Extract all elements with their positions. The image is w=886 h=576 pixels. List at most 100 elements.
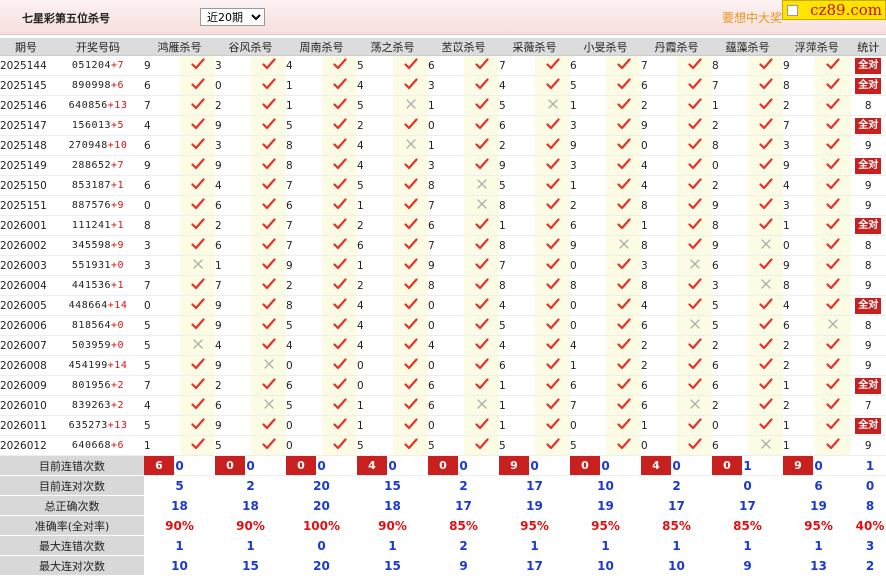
- kill-value: 5: [215, 436, 251, 456]
- draw-suffix: +7: [111, 160, 124, 171]
- kill-value: 1: [570, 176, 606, 196]
- kill-value: 4: [215, 336, 251, 356]
- kill-value: 3: [570, 156, 606, 176]
- check-icon: [322, 296, 357, 316]
- summary-label: 目前连错次数: [0, 456, 144, 476]
- check-icon: [322, 336, 357, 356]
- table-row: 2025146640856+1372151512128: [0, 96, 886, 116]
- kill-value: 1: [499, 396, 535, 416]
- check-icon: [677, 276, 712, 296]
- check-icon: [677, 436, 712, 456]
- check-icon: [535, 416, 570, 436]
- kill-value: 2: [641, 96, 677, 116]
- kill-number-table: 期号开奖号码鸿雁杀号谷风杀号周南杀号荡之杀号苤苡杀号采薇杀号小旻杀号丹霞杀号蕴藻…: [0, 38, 886, 476]
- cross-icon: [748, 236, 783, 256]
- summary-label: 最大连对次数: [0, 556, 144, 576]
- kill-value: 6: [428, 396, 464, 416]
- summary-stat-value: 8: [854, 496, 886, 516]
- check-icon: [464, 236, 499, 256]
- draw-suffix: +6: [111, 80, 124, 91]
- check-icon: [322, 116, 357, 136]
- check-icon: [606, 316, 641, 336]
- summary-value: 5: [144, 476, 215, 496]
- draw-suffix: +9: [111, 200, 124, 211]
- check-icon: [748, 256, 783, 276]
- check-icon: [180, 136, 215, 156]
- kill-value: 7: [570, 396, 606, 416]
- kill-value: 4: [499, 336, 535, 356]
- logo-text: cz89.com: [810, 1, 882, 19]
- check-icon: [677, 376, 712, 396]
- summary-label: 目前连对次数: [0, 476, 144, 496]
- summary-value: 1: [712, 536, 783, 556]
- table-row: 2026001111241+18272616181全对: [0, 216, 886, 236]
- check-icon: [251, 436, 286, 456]
- check-icon: [322, 96, 357, 116]
- kill-value: 3: [144, 236, 180, 256]
- kill-value: 7: [428, 196, 464, 216]
- kill-value: 8: [428, 276, 464, 296]
- kill-value: 6: [428, 216, 464, 236]
- kill-value: 2: [783, 336, 815, 356]
- check-icon: [464, 256, 499, 276]
- correct-count: 9: [851, 336, 886, 356]
- table-header: 期号开奖号码鸿雁杀号谷风杀号周南杀号荡之杀号苤苡杀号采薇杀号小旻杀号丹霞杀号蕴藻…: [0, 38, 886, 56]
- kill-value: 9: [712, 196, 748, 216]
- check-icon: [606, 376, 641, 396]
- check-icon: [180, 316, 215, 336]
- kill-value: 7: [286, 176, 322, 196]
- kill-value: 6: [712, 376, 748, 396]
- kill-value: 2: [357, 276, 393, 296]
- kill-value: 5: [712, 296, 748, 316]
- all-correct-badge: 全对: [855, 118, 881, 134]
- summary-label: 准确率(全对率): [0, 516, 144, 536]
- cross-icon: [677, 256, 712, 276]
- check-icon: [535, 396, 570, 416]
- kill-value: 7: [286, 236, 322, 256]
- kill-value: 9: [783, 56, 815, 76]
- kill-value: 4: [641, 296, 677, 316]
- check-icon: [464, 316, 499, 336]
- summary-value: 85%: [712, 516, 783, 536]
- kill-value: 4: [428, 336, 464, 356]
- check-icon: [748, 96, 783, 116]
- kill-value: 9: [712, 236, 748, 256]
- check-icon: [393, 336, 428, 356]
- check-icon: [535, 116, 570, 136]
- summary-row: 目前连对次数522015217102060: [0, 476, 886, 496]
- kill-value: 5: [286, 116, 322, 136]
- site-logo[interactable]: cz89.com: [782, 0, 886, 20]
- kill-value: 2: [215, 216, 251, 236]
- summary-value: 1: [570, 536, 641, 556]
- check-icon: [606, 396, 641, 416]
- kill-value: 5: [499, 96, 535, 116]
- draw-numbers: 853187+1: [52, 176, 144, 196]
- kill-value: 9: [570, 236, 606, 256]
- table-row: 2026006818564+059540506568: [0, 316, 886, 336]
- cross-icon: [393, 96, 428, 116]
- draw-numbers: 111241+1: [52, 216, 144, 236]
- check-icon: [748, 176, 783, 196]
- period-select[interactable]: 近20期: [200, 8, 265, 26]
- check-icon: [180, 356, 215, 376]
- kill-value: 9: [215, 316, 251, 336]
- kill-value: 4: [783, 176, 815, 196]
- summary-value: 90%: [144, 516, 215, 536]
- check-icon: [251, 416, 286, 436]
- check-icon: [677, 76, 712, 96]
- check-icon: [677, 156, 712, 176]
- draw-suffix: +0: [111, 340, 124, 351]
- draw-digits: 890998: [72, 80, 111, 91]
- summary-value: 0: [570, 456, 641, 476]
- draw-digits: 111241: [72, 220, 111, 231]
- check-icon: [606, 96, 641, 116]
- col-expert-header: 丹霞杀号: [641, 38, 712, 56]
- summary-value: 10: [570, 476, 641, 496]
- kill-value: 0: [570, 256, 606, 276]
- table-row: 2025150853187+164758514249: [0, 176, 886, 196]
- check-icon: [748, 336, 783, 356]
- kill-value: 0: [286, 416, 322, 436]
- slogan[interactable]: 要想中大奖: [722, 9, 782, 26]
- kill-value: 9: [783, 156, 815, 176]
- issue-number: 2026007: [0, 336, 52, 356]
